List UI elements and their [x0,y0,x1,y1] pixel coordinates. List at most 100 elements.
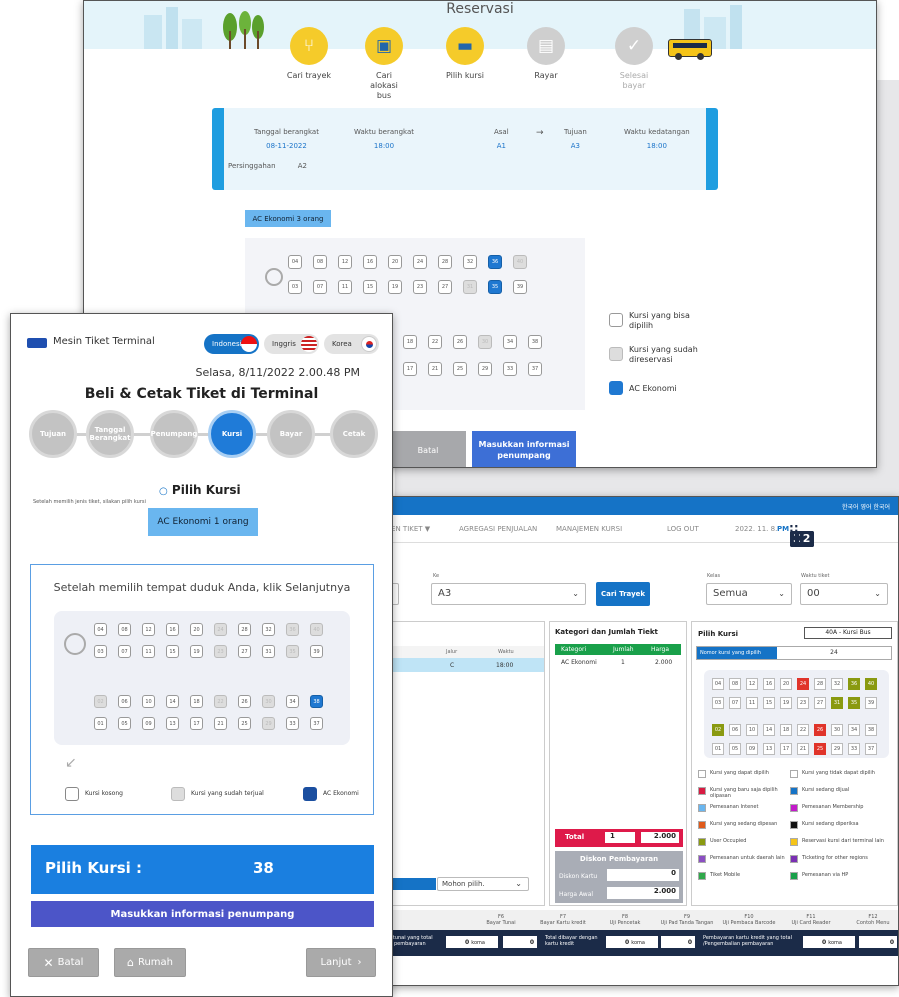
seat[interactable]: 39 [310,645,323,658]
seat[interactable]: 27 [238,645,251,658]
menu-logout[interactable]: LOG OUT [667,525,699,533]
function-key[interactable]: F8 Uji Pencetak [597,914,653,926]
seat[interactable]: 31 [262,645,275,658]
seat[interactable]: 14 [166,695,179,708]
seat[interactable]: 24 [214,623,227,636]
admin-seat[interactable]: 29 [831,743,843,755]
seat[interactable]: 38 [528,335,542,349]
admin-seat[interactable]: 15 [763,697,775,709]
menu-agregasi[interactable]: AGREGASI PENJUALAN [459,525,537,533]
seat[interactable]: 15 [363,280,377,294]
step-bayar[interactable]: ▤ Rayar [511,27,581,81]
admin-seat[interactable]: 25 [814,743,826,755]
seat[interactable]: 20 [388,255,402,269]
seat[interactable]: 24 [413,255,427,269]
admin-seat[interactable]: 23 [797,697,809,709]
seat[interactable]: 04 [94,623,107,636]
seat[interactable]: 09 [142,717,155,730]
lang-korea[interactable]: Korea [324,334,379,354]
seat[interactable]: 12 [142,623,155,636]
seat[interactable]: 36 [488,255,502,269]
admin-seat[interactable]: 22 [797,724,809,736]
seat[interactable]: 22 [428,335,442,349]
seat[interactable]: 18 [403,335,417,349]
seat[interactable]: 18 [190,695,203,708]
seat[interactable]: 23 [413,280,427,294]
seat[interactable]: 37 [310,717,323,730]
seat[interactable]: 17 [403,362,417,376]
menu-manajemen-kursi[interactable]: MANAJEMEN KURSI [556,525,622,533]
seat[interactable]: 34 [286,695,299,708]
cancel-button[interactable]: Batal [390,431,466,467]
admin-seat[interactable]: 06 [729,724,741,736]
admin-seat[interactable]: 07 [729,697,741,709]
admin-seat[interactable]: 36 [848,678,860,690]
passenger-info-button[interactable]: Masukkan informasi penumpang [31,901,374,927]
seat[interactable]: 19 [190,645,203,658]
admin-seat[interactable]: 30 [831,724,843,736]
next-button[interactable]: Lanjut › [306,948,376,977]
category-badge[interactable]: AC Ekonomi 3 orang [245,210,331,227]
seat[interactable]: 26 [238,695,251,708]
function-key[interactable]: F11 Uji Card Reader [783,914,839,926]
admin-seat[interactable]: 02 [712,724,724,736]
step-tanggal[interactable]: Tanggal Berangkat [86,410,134,458]
seat[interactable]: 19 [388,280,402,294]
seat[interactable]: 20 [190,623,203,636]
step-pilih-kursi[interactable]: ▬ Pilih kursi [430,27,500,81]
seat[interactable]: 40 [513,255,527,269]
seat[interactable]: 07 [313,280,327,294]
admin-seat[interactable]: 05 [729,743,741,755]
seat[interactable]: 16 [363,255,377,269]
seat[interactable]: 35 [488,280,502,294]
seat[interactable]: 23 [214,645,227,658]
table-row[interactable]: C 18:00 [381,658,544,672]
seat[interactable]: 12 [338,255,352,269]
seat[interactable]: 05 [118,717,131,730]
passenger-info-button[interactable]: Masukkan informasi penumpang [472,431,576,467]
home-button[interactable]: ⌂ Rumah [114,948,186,977]
mohon-select[interactable]: Mohon pilih. ⌄ [437,877,529,891]
step-tujuan[interactable]: Tujuan [29,410,77,458]
seat[interactable]: 27 [438,280,452,294]
admin-seat[interactable]: 04 [712,678,724,690]
function-key[interactable]: F10 Uji Pembaca Barcode [721,914,777,926]
admin-seat[interactable]: 33 [848,743,860,755]
admin-seat[interactable]: 26 [814,724,826,736]
function-key[interactable]: F12 Contoh Menu [845,914,898,926]
seat[interactable]: 02 [94,695,107,708]
admin-seat[interactable]: 17 [780,743,792,755]
admin-seat[interactable]: 12 [746,678,758,690]
seat[interactable]: 17 [190,717,203,730]
admin-seat[interactable]: 28 [814,678,826,690]
seat[interactable]: 28 [438,255,452,269]
seat[interactable]: 37 [528,362,542,376]
admin-seat[interactable]: 38 [865,724,877,736]
step-cetak[interactable]: Cetak [330,410,378,458]
seat[interactable]: 38 [310,695,323,708]
seat[interactable]: 28 [238,623,251,636]
seat[interactable]: 33 [286,717,299,730]
seat[interactable]: 29 [478,362,492,376]
admin-seat[interactable]: 20 [780,678,792,690]
admin-seat[interactable]: 01 [712,743,724,755]
seat[interactable]: 33 [503,362,517,376]
kelas-select[interactable]: Semua ⌄ [706,583,792,605]
admin-seat[interactable]: 40 [865,678,877,690]
seat[interactable]: 06 [118,695,131,708]
step-penumpang[interactable]: Penumpang [150,410,198,458]
admin-seat[interactable]: 27 [814,697,826,709]
cari-trayek-button[interactable]: Cari Trayek [596,582,650,606]
seat[interactable]: 21 [428,362,442,376]
admin-seat[interactable]: 35 [848,697,860,709]
seat[interactable]: 34 [503,335,517,349]
seat[interactable]: 15 [166,645,179,658]
function-key[interactable]: F7 Bayar Kartu kredit [535,914,591,926]
seat[interactable]: 32 [463,255,477,269]
admin-seat[interactable]: 03 [712,697,724,709]
seat[interactable]: 30 [478,335,492,349]
seat[interactable]: 40 [310,623,323,636]
cancel-button[interactable]: ✕ Batal [28,948,99,977]
seat[interactable]: 26 [453,335,467,349]
seat[interactable]: 07 [118,645,131,658]
